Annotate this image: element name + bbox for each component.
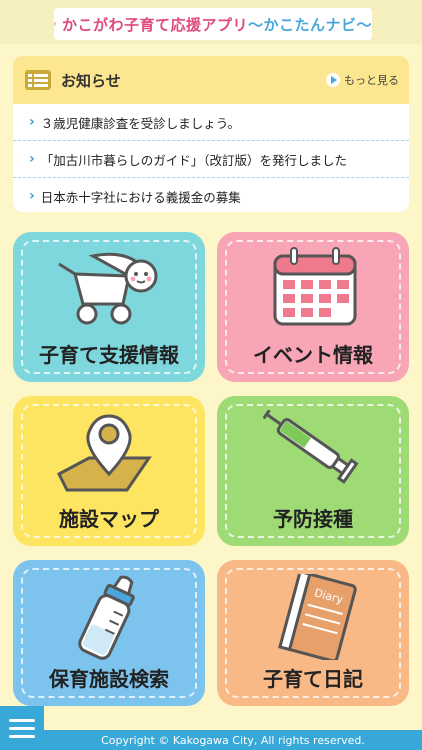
notice-header: お知らせ もっと見る [13,56,409,104]
tile-vaccination[interactable]: 予防接種 [217,396,409,546]
tile-childcare-diary[interactable]: Diary 子育て日記 [217,560,409,706]
tile-label: イベント情報 [253,343,373,367]
more-link[interactable]: もっと見る [326,72,399,88]
chevron-right-icon: › [29,151,35,167]
calendar-icon [273,247,357,326]
notice-title: お知らせ [61,72,121,90]
tile-events[interactable]: イベント情報 [217,232,409,382]
tile-childcare-support[interactable]: 子育て支援情報 [13,232,205,382]
tile-label: 施設マップ [59,507,159,531]
tile-label: 予防接種 [273,507,353,531]
tile-label: 子育て支援情報 [39,343,179,367]
app-header: かこがわ子育て応援アプリ〜かこたんナビ〜 [0,0,422,44]
list-icon [25,70,51,90]
notice-item[interactable]: › 「加古川市暮らしのガイド」（改訂版）を発行しました [13,141,409,178]
notice-item-text: 日本赤十字社における義援金の募集 [40,189,241,205]
tile-facility-map[interactable]: 施設マップ [13,396,205,546]
app-logo: かこがわ子育て応援アプリ〜かこたんナビ〜 [54,8,372,40]
notice-item[interactable]: › ３歳児健康診査を受診しましょう。 [13,104,409,141]
syringe-icon [263,410,359,484]
tile-label: 子育て日記 [263,667,363,691]
diary-icon: Diary [278,574,357,660]
hamburger-line [9,718,35,722]
map-pin-icon [57,414,152,492]
chevron-right-icon: › [29,188,35,204]
stroller-icon [58,252,158,325]
footer-copyright: Copyright © Kakogawa City, All rights re… [44,730,422,750]
notice-item-text: 「加古川市暮らしのガイド」（改訂版）を発行しました [40,152,348,168]
notice-item-text: ３歳児健康診査を受診しましょう。 [40,115,241,131]
mascot-icon [54,22,56,26]
notice-panel: お知らせ もっと見る › ３歳児健康診査を受診しましょう。 › 「加古川市暮らし… [13,56,409,212]
notice-item[interactable]: › 日本赤十字社における義援金の募集 [13,178,409,212]
more-label: もっと見る [344,74,399,87]
hamburger-line [9,726,35,730]
hamburger-menu-button[interactable] [0,706,44,750]
baby-bottle-icon [78,575,135,660]
hamburger-line [9,734,35,738]
tile-label: 保育施設検索 [49,667,169,691]
tile-nursery-search[interactable]: 保育施設検索 [13,560,205,706]
logo-title: かこがわ子育て応援アプリ〜かこたんナビ〜 [61,15,372,34]
chevron-right-icon: › [29,114,35,130]
play-arrow-icon [326,73,340,87]
